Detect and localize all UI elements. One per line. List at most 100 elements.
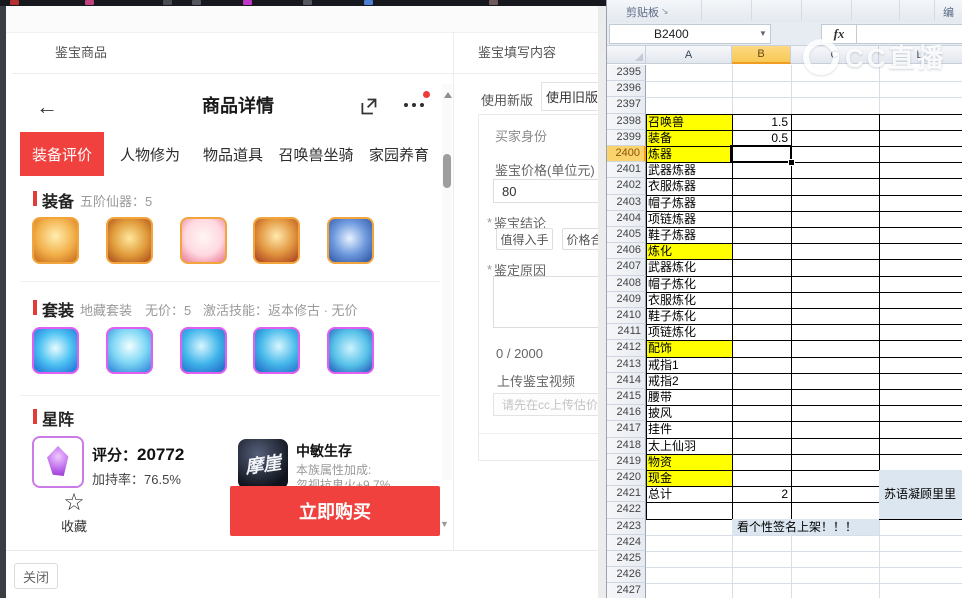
icon-blue-orb2[interactable] xyxy=(253,327,300,374)
row-header-2411[interactable]: 2411 xyxy=(607,324,646,341)
row-header-2424[interactable]: 2424 xyxy=(607,534,646,551)
option-值得入手[interactable]: 值得入手 xyxy=(496,228,553,250)
cell-A2403[interactable]: 帽子炼器 xyxy=(646,195,732,211)
row-header-2412[interactable]: 2412 xyxy=(607,340,646,357)
row-header-2409[interactable]: 2409 xyxy=(607,291,646,308)
tab-召唤兽坐骑[interactable]: 召唤兽坐骑 xyxy=(277,132,355,176)
icon-pink-necklace[interactable] xyxy=(180,217,227,264)
row-header-2427[interactable]: 2427 xyxy=(607,583,646,598)
row-header-2414[interactable]: 2414 xyxy=(607,372,646,389)
select-all-corner[interactable] xyxy=(607,46,646,64)
cell-A2402[interactable]: 衣服炼器 xyxy=(646,178,732,194)
row-header-2422[interactable]: 2422 xyxy=(607,502,646,519)
cell-A2413[interactable]: 戒指1 xyxy=(646,357,732,373)
icon-blue-creature[interactable] xyxy=(106,327,153,374)
dialog-launcher-icon[interactable]: ↘ xyxy=(661,6,669,17)
reason-textarea[interactable] xyxy=(493,276,613,328)
cell-A2418[interactable]: 太上仙羽 xyxy=(646,438,732,454)
row-header-2403[interactable]: 2403 xyxy=(607,194,646,211)
fill-handle[interactable] xyxy=(788,159,795,167)
cell-B2399[interactable]: 0.5 xyxy=(732,130,791,146)
fx-button[interactable]: fx xyxy=(821,24,857,44)
row-header-2405[interactable]: 2405 xyxy=(607,227,646,244)
selected-cell-B2400[interactable] xyxy=(730,145,792,164)
favorite-button[interactable]: ☆ 收藏 xyxy=(56,490,92,535)
cell-A2421[interactable]: 总计 xyxy=(646,486,732,502)
cell-A2409[interactable]: 衣服炼化 xyxy=(646,292,732,308)
row-header-2416[interactable]: 2416 xyxy=(607,405,646,422)
icon-blue-armor[interactable] xyxy=(32,327,79,374)
row-header-2423[interactable]: 2423 xyxy=(607,518,646,535)
row-header-2417[interactable]: 2417 xyxy=(607,421,646,438)
icon-gold-helm[interactable] xyxy=(32,217,79,264)
icon-blue-totem[interactable] xyxy=(327,327,374,374)
row-header-2395[interactable]: 2395 xyxy=(607,65,646,82)
cell-A2419[interactable]: 物资 xyxy=(646,453,732,470)
icon-gold-plate[interactable] xyxy=(253,217,300,264)
scrollbar-track[interactable] xyxy=(442,84,452,480)
cell-A2415[interactable]: 腰带 xyxy=(646,389,732,405)
row-header-2418[interactable]: 2418 xyxy=(607,437,646,454)
row-header-2415[interactable]: 2415 xyxy=(607,389,646,406)
tab-old-version[interactable]: 使用旧版 xyxy=(541,82,603,111)
tab-物品道具[interactable]: 物品道具 xyxy=(196,132,270,176)
row-header-2408[interactable]: 2408 xyxy=(607,275,646,292)
column-header-A[interactable]: A xyxy=(646,46,732,64)
cell-A2420[interactable]: 现金 xyxy=(646,470,732,487)
icon-blue-orb[interactable] xyxy=(180,327,227,374)
share-icon[interactable] xyxy=(358,96,379,117)
cell-A2417[interactable]: 挂件 xyxy=(646,421,732,437)
row-header-2421[interactable]: 2421 xyxy=(607,486,646,503)
icon-blue-weapon[interactable] xyxy=(327,217,374,264)
note-cell-D2420[interactable]: 苏语凝顾里里 xyxy=(879,470,962,519)
row-header-2413[interactable]: 2413 xyxy=(607,356,646,373)
row-header-2410[interactable]: 2410 xyxy=(607,308,646,325)
row-header-2404[interactable]: 2404 xyxy=(607,210,646,227)
formula-bar[interactable] xyxy=(857,24,962,44)
cell-A2405[interactable]: 鞋子炼器 xyxy=(646,227,732,243)
cell-A2407[interactable]: 武器炼化 xyxy=(646,259,732,275)
tab-new-version[interactable]: 使用新版 xyxy=(481,90,533,109)
chevron-down-icon[interactable]: ▼ xyxy=(440,519,449,529)
row-header-2420[interactable]: 2420 xyxy=(607,470,646,487)
cell-A2399[interactable]: 装备 xyxy=(646,129,732,146)
row-header-2398[interactable]: 2398 xyxy=(607,113,646,130)
row-header-2399[interactable]: 2399 xyxy=(607,129,646,146)
cell-B2421[interactable]: 2 xyxy=(732,486,791,502)
price-input[interactable]: 80 xyxy=(493,179,613,203)
tab-家园养育[interactable]: 家园养育 xyxy=(362,132,436,176)
cell-A2398[interactable]: 召唤兽 xyxy=(646,113,732,130)
tab-装备评价[interactable]: 装备评价 xyxy=(20,132,104,176)
cell-A2410[interactable]: 鞋子炼化 xyxy=(646,308,732,324)
row-header-2426[interactable]: 2426 xyxy=(607,567,646,584)
row-header-2401[interactable]: 2401 xyxy=(607,162,646,179)
column-header-C[interactable]: C xyxy=(791,46,879,64)
more-icon[interactable] xyxy=(404,103,424,107)
cell-A2406[interactable]: 炼化 xyxy=(646,243,732,260)
cell-A2400[interactable]: 炼器 xyxy=(646,146,732,163)
icon-gold-armor[interactable] xyxy=(106,217,153,264)
cell-A2414[interactable]: 戒指2 xyxy=(646,373,732,389)
row-header-2396[interactable]: 2396 xyxy=(607,81,646,98)
scrollbar-up-icon[interactable] xyxy=(444,92,452,98)
buy-now-button[interactable]: 立即购买 xyxy=(230,486,440,536)
column-header-B[interactable]: B xyxy=(732,46,791,64)
row-header-2406[interactable]: 2406 xyxy=(607,243,646,260)
row-header-2407[interactable]: 2407 xyxy=(607,259,646,276)
row-header-2402[interactable]: 2402 xyxy=(607,178,646,195)
close-button[interactable]: 关闭 xyxy=(14,563,58,589)
cell-B2398[interactable]: 1.5 xyxy=(732,114,791,130)
video-input[interactable]: 请先在cc上传估价视频 xyxy=(493,393,613,416)
name-box-dropdown-icon[interactable]: ▼ xyxy=(759,29,767,38)
row-header-2419[interactable]: 2419 xyxy=(607,453,646,470)
note-cell-B2423[interactable]: 看个性签名上架！！！ xyxy=(732,518,879,535)
row-header-2400[interactable]: 2400 xyxy=(607,146,646,163)
row-header-2397[interactable]: 2397 xyxy=(607,97,646,114)
cell-A2411[interactable]: 项链炼化 xyxy=(646,324,732,340)
cell-A2404[interactable]: 项链炼器 xyxy=(646,211,732,227)
cell-A2416[interactable]: 披风 xyxy=(646,405,732,421)
cell-A2412[interactable]: 配饰 xyxy=(646,340,732,357)
cell-A2408[interactable]: 帽子炼化 xyxy=(646,276,732,292)
name-box[interactable] xyxy=(609,24,771,44)
tab-人物修为[interactable]: 人物修为 xyxy=(113,132,187,176)
